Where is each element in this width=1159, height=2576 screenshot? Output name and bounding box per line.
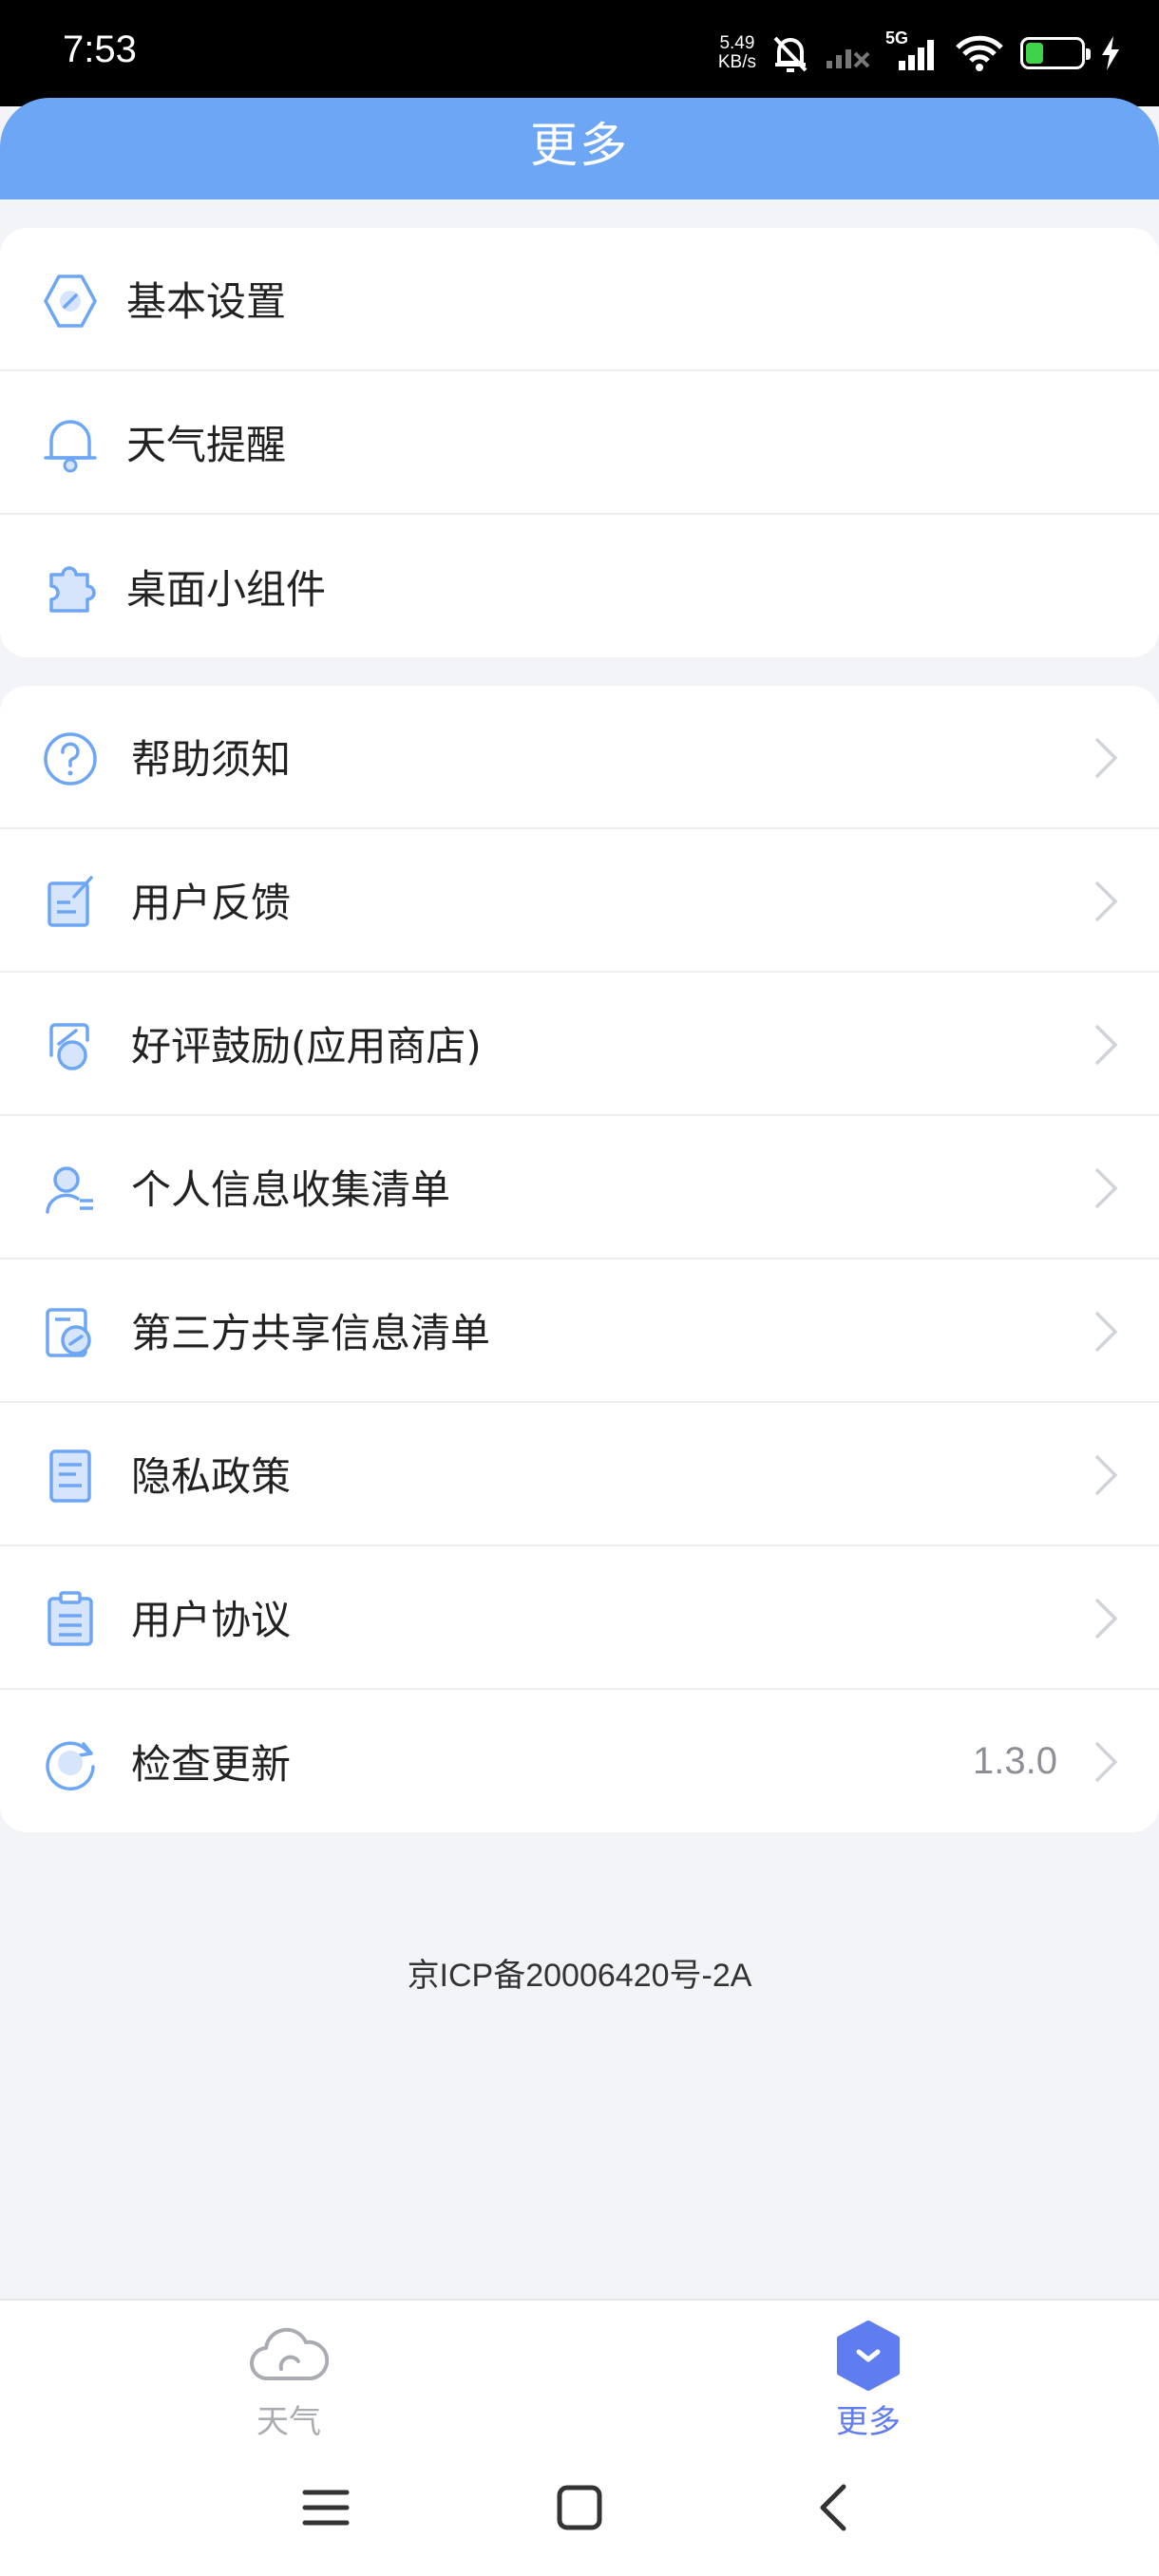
row-label: 用户反馈 <box>131 880 292 926</box>
third-party-share-icon <box>46 1308 91 1357</box>
page-header: 更多 <box>0 98 1159 199</box>
row-check-update[interactable]: 检查更新 1.3.0 <box>0 1690 1159 1832</box>
rate-app-icon <box>49 1023 89 1070</box>
chevron-right-icon <box>1094 881 1118 922</box>
feedback-edit-icon <box>48 876 93 927</box>
row-third-party-list[interactable]: 第三方共享信息清单 <box>0 1260 1159 1403</box>
cloud-icon <box>250 2327 329 2381</box>
net-speed-value: 5.49 <box>719 33 755 53</box>
menu-icon[interactable] <box>297 2479 354 2536</box>
chevron-right-icon <box>1094 1598 1118 1639</box>
bottom-nav: 天气 更多 <box>0 2299 1159 2576</box>
battery-indicator: 32 <box>1020 37 1091 69</box>
row-privacy-policy[interactable]: 隐私政策 <box>0 1403 1159 1546</box>
tab-label: 更多 <box>836 2403 901 2441</box>
row-label: 第三方共享信息清单 <box>131 1310 491 1356</box>
row-rate-app[interactable]: 好评鼓励(应用商店) <box>0 973 1159 1116</box>
mute-bell-icon <box>773 36 808 72</box>
signal-5g: 5G <box>885 28 939 74</box>
page-title: 更多 <box>530 118 629 173</box>
row-label: 天气提醒 <box>126 422 287 468</box>
net-speed: 5.49 KB/s <box>718 34 756 72</box>
tab-weather[interactable]: 天气 <box>194 2320 384 2462</box>
home-square-icon[interactable] <box>551 2479 608 2536</box>
status-time: 7:53 <box>63 28 137 70</box>
row-desktop-widget[interactable]: 桌面小组件 <box>0 515 1159 657</box>
chevron-right-icon <box>1094 1454 1118 1496</box>
row-user-agreement[interactable]: 用户协议 <box>0 1546 1159 1690</box>
status-icons: 5.49 KB/s 5G 32 <box>718 25 1121 82</box>
row-label: 帮助须知 <box>131 736 292 783</box>
settings-hexagon-icon <box>44 275 97 328</box>
chevron-right-icon <box>1094 1741 1118 1783</box>
back-icon[interactable] <box>808 2479 864 2536</box>
row-label: 桌面小组件 <box>126 566 327 613</box>
personal-info-icon <box>46 1166 93 1214</box>
row-feedback[interactable]: 用户反馈 <box>0 829 1159 973</box>
row-label: 好评鼓励(应用商店) <box>131 1023 482 1070</box>
chevron-right-icon <box>1094 1311 1118 1353</box>
chevron-right-icon <box>1094 1167 1118 1209</box>
wifi-icon <box>956 35 1003 71</box>
bell-icon <box>44 420 97 473</box>
help-question-icon <box>44 732 97 786</box>
row-personal-info-list[interactable]: 个人信息收集清单 <box>0 1116 1159 1260</box>
user-agreement-icon <box>48 1591 93 1646</box>
icp-license: 京ICP备20006420号-2A <box>407 1958 752 1994</box>
row-label: 检查更新 <box>131 1741 292 1788</box>
signal-weak-icon <box>826 49 870 68</box>
row-label: 个人信息收集清单 <box>131 1166 451 1213</box>
more-hexagon-icon <box>837 2320 900 2391</box>
row-label: 基本设置 <box>126 278 287 325</box>
charging-bolt-icon <box>1102 36 1119 70</box>
tab-more[interactable]: 更多 <box>773 2320 963 2462</box>
widget-puzzle-icon <box>49 566 96 613</box>
system-nav-bar <box>0 2462 1159 2557</box>
row-label: 用户协议 <box>131 1597 292 1643</box>
check-update-icon <box>46 1741 95 1791</box>
battery-fill <box>1026 43 1043 64</box>
status-bar: 7:53 5.49 KB/s 5G 32 <box>0 0 1159 106</box>
net-speed-unit: KB/s <box>717 52 756 72</box>
battery-tip <box>1086 48 1091 60</box>
settings-card: 基本设置 天气提醒 桌面小组件 <box>0 228 1159 657</box>
chevron-right-icon <box>1094 1024 1118 1066</box>
row-basic-settings[interactable]: 基本设置 <box>0 228 1159 371</box>
row-label: 隐私政策 <box>131 1453 292 1500</box>
app-version: 1.3.0 <box>973 1740 1057 1782</box>
privacy-document-icon <box>49 1449 91 1503</box>
battery-level: 32 <box>1041 42 1064 64</box>
row-weather-alert[interactable]: 天气提醒 <box>0 371 1159 515</box>
row-help[interactable]: 帮助须知 <box>0 686 1159 829</box>
tab-label: 天气 <box>256 2403 321 2441</box>
chevron-right-icon <box>1094 737 1118 779</box>
info-card: 帮助须知 用户反馈 好评鼓励(应用商店) 个人信息收集清单 第三方共享信息清单 … <box>0 686 1159 1832</box>
signal-full-icon <box>899 40 934 70</box>
